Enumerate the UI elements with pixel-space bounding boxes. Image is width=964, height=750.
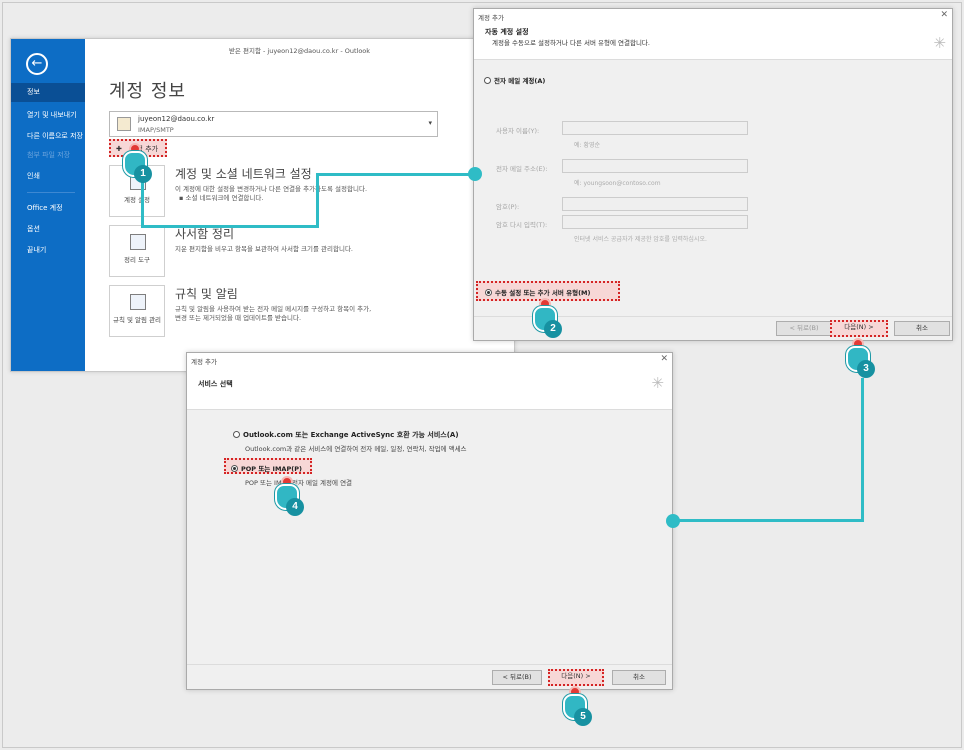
radio-label: POP 또는 IMAP(P) (241, 465, 302, 473)
connector-dot (666, 514, 680, 528)
dialog-header-subtitle: 계정을 수동으로 설정하거나 다른 서버 유형에 연결합니다. (492, 39, 650, 47)
step-marker-2: 2 (528, 298, 564, 342)
tile-label: 정리 도구 (124, 256, 150, 264)
field-label-password: 암호(P): (496, 203, 520, 211)
radio-pop-imap[interactable] (231, 465, 238, 472)
tile-label: 계정 설정 (124, 196, 150, 204)
backstage-nav: 정보 열기 및 내보내기 다른 이름으로 저장 첨부 파일 저장 인쇄 Offi… (11, 83, 85, 258)
close-icon[interactable]: ✕ (940, 10, 948, 20)
dialog-header-title: 서비스 선택 (198, 380, 233, 388)
connector-line (861, 378, 864, 522)
back-button[interactable]: < 뒤로(B) (492, 670, 542, 685)
connector-line (316, 173, 474, 176)
nav-item-options[interactable]: 옵션 (11, 222, 85, 237)
magic-wand-icon: ✳ (651, 374, 664, 392)
account-email: juyeon12@daou.co.kr (138, 115, 215, 123)
nav-divider (27, 192, 75, 193)
step-number: 4 (286, 498, 304, 516)
dialog-body: Outlook.com 또는 Exchange ActiveSync 호환 가능… (187, 410, 672, 666)
section-desc: 규칙 및 알림을 사용하여 받는 전자 메일 메시지를 구성하고 항목이 추가, (175, 305, 372, 313)
back-arrow-icon[interactable]: ← (26, 53, 48, 75)
tile-label: 규칙 및 알림 관리 (112, 316, 162, 324)
connector-line (316, 173, 319, 228)
account-settings-section: 계정 및 소셜 네트워크 설정 이 계정에 대한 설정을 변경하거나 다른 연결… (175, 165, 367, 203)
nav-item-info[interactable]: 정보 (11, 83, 85, 102)
field-label-password-confirm: 암호 다시 입력(T): (496, 221, 548, 229)
dialog-footer: < 뒤로(B) 다음(N) > 취소 (187, 664, 672, 689)
cleanup-tools-icon (130, 234, 146, 250)
magic-wand-icon: ✳ (933, 34, 946, 52)
step-marker-5: 5 (558, 686, 594, 730)
option-desc: Outlook.com과 같은 서비스에 연결하여 전자 메일, 일정, 연락처… (245, 445, 467, 453)
dialog-caption: 계정 추가 (191, 358, 217, 366)
next-button[interactable]: 다음(N) > (830, 320, 888, 337)
section-heading: 규칙 및 알림 (175, 287, 238, 301)
rules-alerts-section: 규칙 및 알림 규칙 및 알림을 사용하여 받는 전자 메일 메시지를 구성하고… (175, 285, 371, 323)
nav-item-office-account[interactable]: Office 계정 (11, 201, 85, 216)
account-selector[interactable]: juyeon12@daou.co.kr IMAP/SMTP ▾ (109, 111, 438, 137)
back-button[interactable]: < 뒤로(B) (776, 321, 832, 336)
password-confirm-field (562, 215, 748, 229)
window-title: 받은 편지함 - juyeon12@daou.co.kr - Outlook (228, 47, 371, 55)
step-marker-4: 4 (270, 476, 306, 520)
nav-item-exit[interactable]: 끝내기 (11, 243, 85, 258)
radio-label: 전자 메일 계정(A) (494, 77, 546, 85)
email-account-option[interactable]: 전자 메일 계정(A) (484, 75, 545, 85)
field-label-username: 사용자 이름(Y): (496, 127, 540, 135)
nav-item-save-as[interactable]: 다른 이름으로 저장 (11, 129, 85, 144)
dialog-body: 전자 메일 계정(A) 사용자 이름(Y): 예: 황영순 전자 메일 주소(E… (474, 60, 952, 318)
field-hint-password: 인터넷 서비스 공급자가 제공한 암호를 입력하십시오. (574, 236, 707, 243)
next-button[interactable]: 다음(N) > (548, 669, 604, 686)
account-type: IMAP/SMTP (138, 126, 174, 134)
add-account-dialog-auto-setup: 계정 추가 ✕ 자동 계정 설정 계정을 수동으로 설정하거나 다른 서버 유형… (473, 8, 953, 341)
outlook-backstage-window: ← 정보 열기 및 내보내기 다른 이름으로 저장 첨부 파일 저장 인쇄 Of… (10, 38, 515, 372)
cancel-button[interactable]: 취소 (894, 321, 950, 336)
section-desc: 이 계정에 대한 설정을 변경하거나 다른 연결을 추가하도록 설정합니다. (175, 185, 368, 193)
pop-imap-option[interactable]: POP 또는 IMAP(P) (224, 458, 312, 474)
connector-line (141, 225, 319, 228)
mailbox-cleanup-section: 사서함 정리 지운 편지함을 비우고 항목을 보관하여 사서함 크기를 관리합니… (175, 225, 353, 254)
username-field (562, 121, 748, 135)
nav-item-print[interactable]: 인쇄 (11, 169, 85, 184)
step-marker-1: 1 (118, 143, 154, 187)
exchange-activesync-option[interactable]: Outlook.com 또는 Exchange ActiveSync 호환 가능… (233, 430, 459, 440)
dialog-header: 자동 계정 설정 계정을 수동으로 설정하거나 다른 서버 유형에 연결합니다.… (474, 22, 952, 60)
field-hint-username: 예: 황영순 (574, 142, 601, 149)
radio-exchange[interactable] (233, 431, 240, 438)
close-icon[interactable]: ✕ (660, 354, 668, 364)
rules-alerts-icon (130, 294, 146, 310)
email-field (562, 159, 748, 173)
dialog-header-title: 자동 계정 설정 (485, 28, 529, 36)
cleanup-tools-tile[interactable]: 정리 도구 (109, 225, 165, 277)
step-number: 3 (857, 360, 875, 378)
dialog-caption: 계정 추가 (478, 14, 504, 22)
field-label-email: 전자 메일 주소(E): (496, 165, 548, 173)
cancel-button[interactable]: 취소 (612, 670, 666, 685)
section-desc: ▪ 소셜 네트워크에 연결합니다. (179, 194, 264, 202)
nav-item-save-attachments: 첨부 파일 저장 (27, 151, 71, 159)
radio-label: Outlook.com 또는 Exchange ActiveSync 호환 가능… (243, 431, 459, 439)
account-icon (117, 117, 131, 131)
radio-label: 수동 설정 또는 추가 서버 유형(M) (495, 289, 591, 297)
connector-dot (468, 167, 482, 181)
section-desc: 변경 또는 제거되었을 때 업데이트를 받습니다. (175, 314, 302, 322)
radio-email-account[interactable] (484, 77, 491, 84)
radio-manual-setup[interactable] (485, 289, 492, 296)
section-desc: 지운 편지함을 비우고 항목을 보관하여 사서함 크기를 관리합니다. (175, 245, 353, 253)
step-number: 2 (544, 320, 562, 338)
step-number: 1 (134, 165, 152, 183)
add-account-dialog-choose-service: 계정 추가 ✕ 서비스 선택 ✳ Outlook.com 또는 Exchange… (186, 352, 673, 690)
dialog-header: 서비스 선택 ✳ (187, 366, 672, 410)
nav-item-open-export[interactable]: 열기 및 내보내기 (11, 108, 85, 123)
chevron-down-icon: ▾ (428, 119, 432, 127)
page-title: 계정 정보 (109, 81, 186, 102)
rules-alerts-tile[interactable]: 규칙 및 알림 관리 (109, 285, 165, 337)
password-field (562, 197, 748, 211)
field-hint-email: 예: youngsoon@contoso.com (574, 180, 661, 187)
step-number: 5 (574, 708, 592, 726)
backstage-sidebar: ← 정보 열기 및 내보내기 다른 이름으로 저장 첨부 파일 저장 인쇄 Of… (11, 39, 85, 371)
connector-line (674, 519, 864, 522)
step-marker-3: 3 (841, 338, 877, 382)
